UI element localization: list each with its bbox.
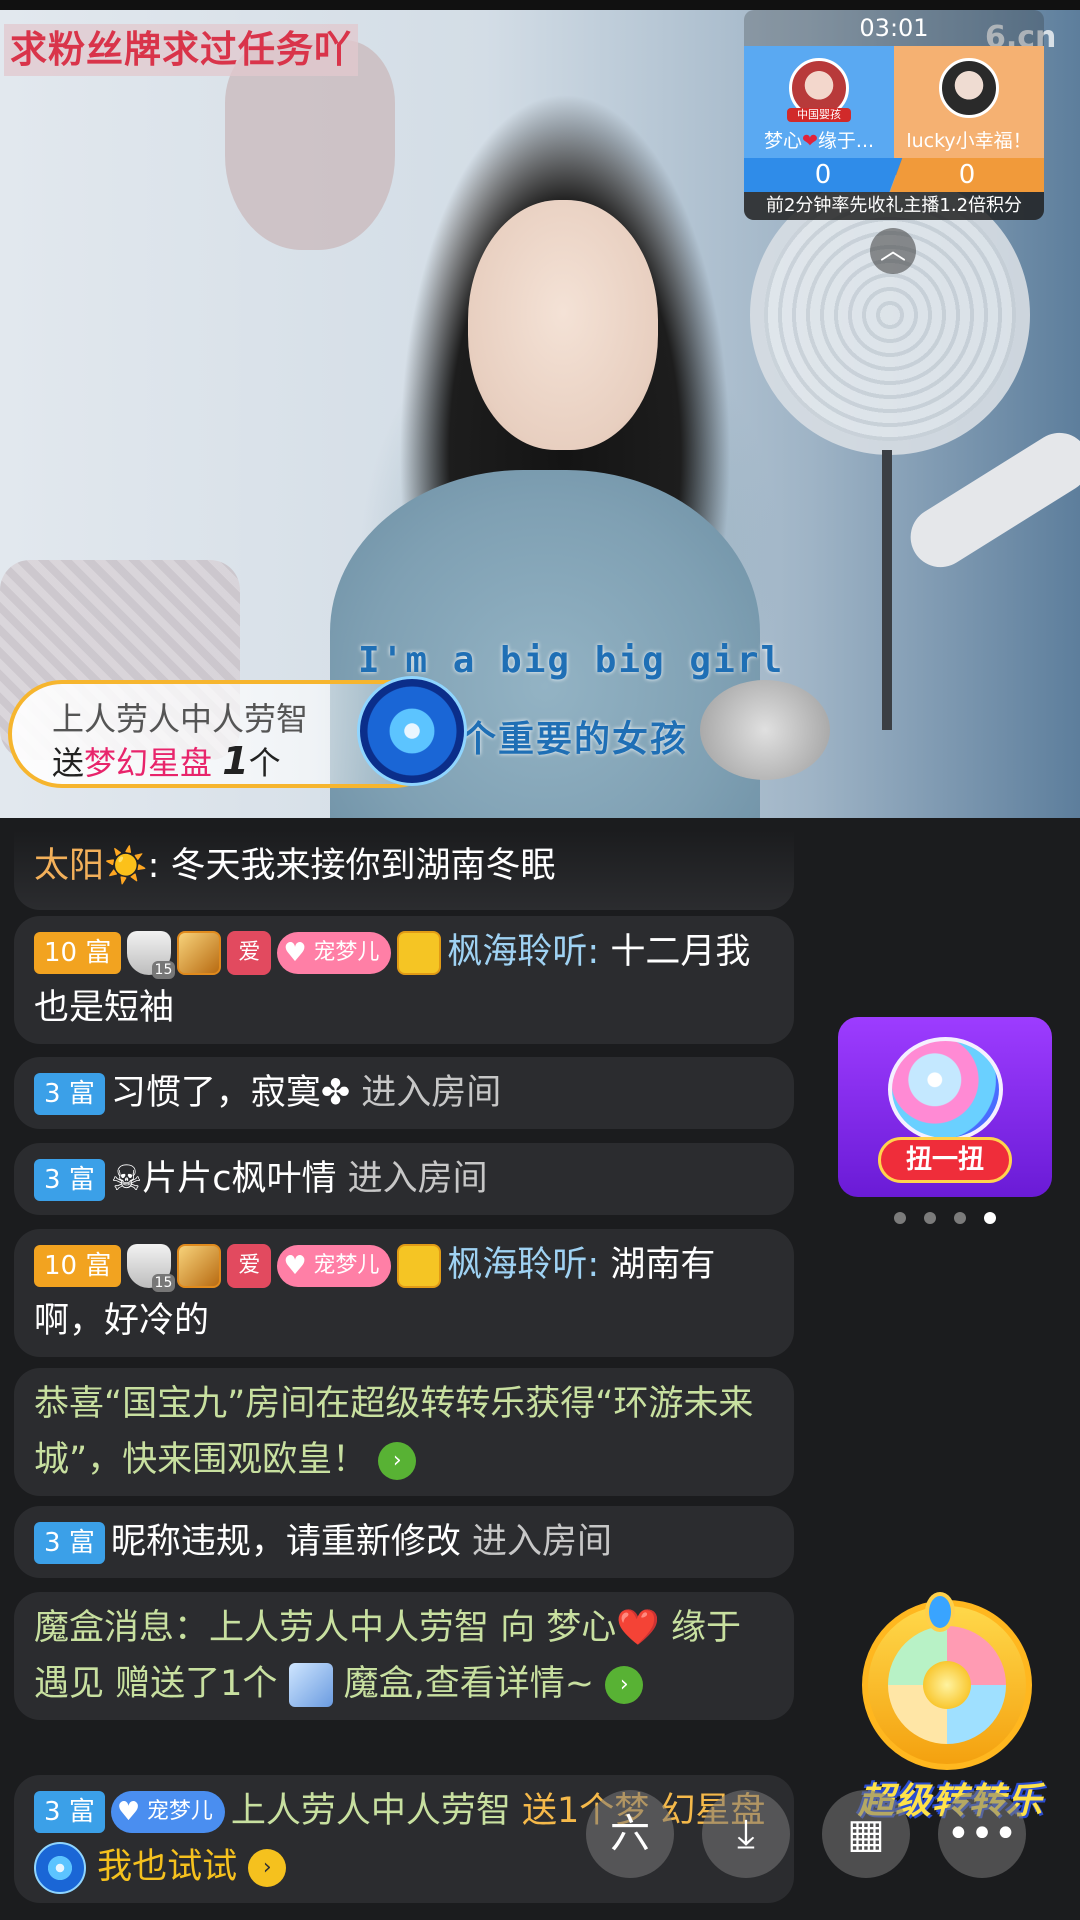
gold-medal-icon xyxy=(177,1244,222,1288)
chat-message[interactable]: 3 富习惯了，寂寞✤ 进入房间 xyxy=(14,1057,794,1129)
chat-user[interactable]: 上人劳人中人劳智 xyxy=(231,1791,511,1831)
love-badge: 爱 xyxy=(227,1244,272,1288)
pk-timer: 03:01 xyxy=(859,14,929,42)
chat-user[interactable]: ☠片片c枫叶情 xyxy=(111,1159,337,1199)
wealth-level-badge: 10 富 xyxy=(34,1245,122,1287)
heart-icon: ❤ xyxy=(801,130,818,152)
wheel-pointer-icon xyxy=(925,1592,955,1632)
gift-message[interactable]: 3 富宠梦儿上人劳人中人劳智 送1个梦 幻星盘 我也试试 › xyxy=(14,1775,794,1903)
pk-left-name-a: 梦心 xyxy=(763,130,802,152)
pk-battle-card[interactable]: 03:01 中国婴孩 梦心❤缘于... lucky小幸福！ 0 0 前2分钟率先… xyxy=(744,10,1044,220)
guard-shield-icon xyxy=(127,1244,176,1292)
star-disc-gift-icon xyxy=(34,1842,86,1894)
pk-left-side[interactable]: 中国婴孩 梦心❤缘于... xyxy=(744,46,894,158)
lamp-stand xyxy=(882,450,892,730)
page-dot[interactable] xyxy=(924,1212,936,1224)
chat-user[interactable]: 昵称违规，请重新修改 xyxy=(111,1522,461,1562)
gift-line: 送梦幻星盘 1个 xyxy=(52,738,281,784)
system-message[interactable]: 恭喜“国宝九”房间在超级转转乐获得“环游未来城”，快来围观欧皇！ › xyxy=(14,1368,794,1496)
gift-name: 梦幻星盘 xyxy=(84,744,213,782)
chat-message[interactable]: 10 富爱宠梦儿枫海聆听: 十二月我也是短袖 xyxy=(14,916,794,1044)
enter-room-text: 进入房间 xyxy=(350,1073,502,1113)
wealth-level-badge: 3 富 xyxy=(34,1073,105,1115)
gift-sender: 上人劳人中人劳智 xyxy=(52,700,309,738)
pk-rule-note: 前2分钟率先收礼主播1.2倍积分 xyxy=(744,192,1044,220)
pk-left-name-b: 缘于... xyxy=(817,130,875,152)
chat-text: : 冬天我来接你到湖南冬眠 xyxy=(147,846,556,886)
page-dot[interactable] xyxy=(894,1212,906,1224)
pk-right-avatar[interactable] xyxy=(939,58,999,118)
pk-right-score: 0 xyxy=(890,158,1044,192)
chat-message[interactable]: 10 富爱宠梦儿枫海聆听: 湖南有啊，好冷的 xyxy=(14,1229,794,1357)
pk-right-side[interactable]: lucky小幸福！ xyxy=(894,46,1044,158)
streamer-face xyxy=(468,200,658,450)
chat-user[interactable]: 枫海聆听: xyxy=(447,1245,599,1285)
share-icon[interactable]: 六 xyxy=(586,1790,674,1878)
carousel-indicator xyxy=(894,1212,1004,1228)
download-icon[interactable]: ⤓ xyxy=(702,1790,790,1878)
stream-title-banner: 求粉丝牌求过任务吖 xyxy=(4,24,358,76)
chat-message[interactable]: 3 富 ☠片片c枫叶情 进入房间 xyxy=(14,1143,794,1215)
more-icon[interactable]: ••• xyxy=(938,1790,1026,1878)
enter-room-text: 进入房间 xyxy=(336,1159,488,1199)
pk-left-score: 0 xyxy=(744,158,902,192)
magic-box-icon xyxy=(288,1663,333,1707)
enter-room-text: 进入房间 xyxy=(460,1522,612,1562)
wealth-level-badge: 3 富 xyxy=(34,1522,105,1564)
capsule-ball-icon xyxy=(888,1037,1003,1142)
microphone xyxy=(700,680,830,780)
chevron-right-icon[interactable]: › xyxy=(605,1666,644,1704)
capsule-machine-ad[interactable]: 扭一扭 xyxy=(838,1017,1052,1197)
pk-left-avatar-tag: 中国婴孩 xyxy=(787,108,851,122)
fan-club-badge: 宠梦儿 xyxy=(110,1791,225,1833)
wealth-level-badge: 3 富 xyxy=(34,1159,105,1201)
pk-left-name: 梦心❤缘于... xyxy=(744,128,894,154)
lyric-english: I'm a big big girl xyxy=(358,640,785,681)
lyric-chinese: 个重要的女孩 xyxy=(460,719,689,760)
chat-message[interactable]: 太阳☀️: 冬天我来接你到湖南冬眠 xyxy=(14,838,794,902)
gift-count: 1 xyxy=(222,739,249,783)
chat-user[interactable]: 习惯了，寂寞✤ xyxy=(111,1073,350,1113)
gift-unit: 个 xyxy=(248,744,281,782)
grid-icon[interactable]: ▦ xyxy=(822,1790,910,1878)
chat-message[interactable]: 3 富昵称违规，请重新修改 进入房间 xyxy=(14,1506,794,1578)
pk-right-name: lucky小幸福！ xyxy=(906,130,1032,152)
star-disc-gift-icon xyxy=(357,676,467,786)
chevron-right-icon[interactable]: › xyxy=(248,1849,287,1887)
system-text: 魔盒,查看详情~ xyxy=(332,1664,595,1704)
wheel-hub xyxy=(923,1661,971,1709)
pk-score-bar: 0 0 xyxy=(744,158,1044,192)
wealth-level-badge: 3 富 xyxy=(34,1791,105,1833)
wealth-level-badge: 10 富 xyxy=(34,932,122,974)
try-it-link[interactable]: 我也试试 xyxy=(97,1847,237,1887)
fan-club-badge: 宠梦儿 xyxy=(277,1245,392,1287)
chat-user[interactable]: 枫海聆听: xyxy=(447,932,599,972)
live-video[interactable]: 求粉丝牌求过任务吖 6.cn 03:01 中国婴孩 梦心❤缘于... lucky… xyxy=(0,0,1080,818)
status-strip xyxy=(0,0,1080,10)
chat-user[interactable]: 太阳☀️ xyxy=(34,846,148,886)
page-dot[interactable] xyxy=(954,1212,966,1224)
love-badge: 爱 xyxy=(227,931,272,975)
member-icon xyxy=(397,931,442,975)
chevron-right-icon[interactable]: › xyxy=(378,1442,417,1480)
twist-button[interactable]: 扭一扭 xyxy=(878,1137,1012,1183)
page-dot-active[interactable] xyxy=(984,1212,996,1224)
system-text: 魔盒消息：上人劳人中人劳智 向 梦心❤️ xyxy=(34,1608,660,1648)
chevron-up-icon[interactable]: ︿ xyxy=(870,228,916,274)
guard-shield-icon xyxy=(127,931,176,979)
magic-box-message[interactable]: 魔盒消息：上人劳人中人劳智 向 梦心❤️ 缘于遇见 赠送了1个 魔盒,查看详情~… xyxy=(14,1592,794,1720)
fan-club-badge: 宠梦儿 xyxy=(277,932,392,974)
gift-send-word: 送 xyxy=(52,744,85,782)
gold-medal-icon xyxy=(177,931,222,975)
member-icon xyxy=(397,1244,442,1288)
